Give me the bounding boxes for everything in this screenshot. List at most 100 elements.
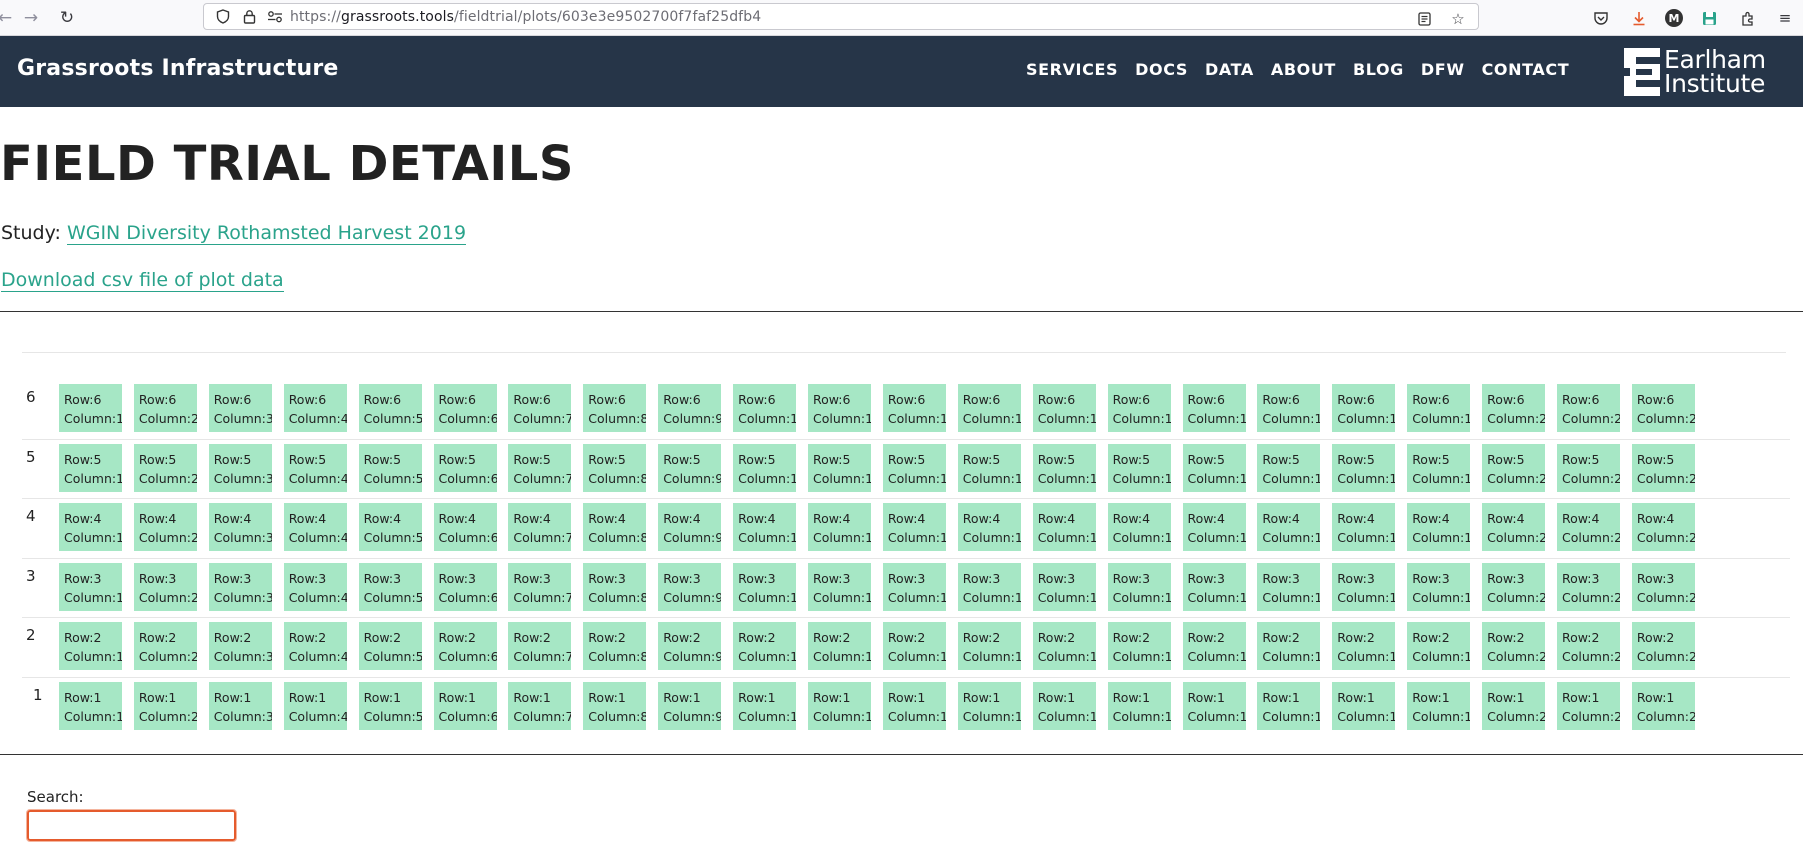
bookmark-star-icon[interactable]: ☆ — [1446, 7, 1470, 31]
plot-cell[interactable]: Row:2 Column:1 — [59, 622, 122, 670]
plot-cell[interactable]: Row:1 Column:6 — [433, 681, 497, 730]
plot-cell[interactable]: Row:5 Column:5 — [358, 443, 422, 492]
plot-cell[interactable]: Row:3Column:20 — [1482, 562, 1546, 611]
plot-cell[interactable]: Row:5 Column:6 — [433, 443, 497, 492]
plot-cell[interactable]: Row:3 Column:4 — [283, 562, 347, 611]
plot-cell[interactable]: Row:4 Column:2 — [133, 503, 197, 551]
plot-cell[interactable]: Row:6 Column:5 — [358, 384, 422, 432]
plot-cell[interactable]: Row:4Column:15 — [1107, 503, 1171, 551]
plot-cell[interactable]: Row:3Column:13 — [957, 562, 1021, 611]
plot-cell[interactable]: Row:6Column:17 — [1257, 384, 1321, 432]
plot-cell[interactable]: Row:1 Column:3 — [208, 681, 272, 730]
plot-cell[interactable]: Row:2Column:19 — [1407, 622, 1471, 670]
extensions-icon[interactable] — [1735, 6, 1759, 30]
plot-cell[interactable]: Row:6Column:11 — [808, 384, 871, 432]
plot-cell[interactable]: Row:4Column:18 — [1332, 503, 1396, 551]
plot-cell[interactable]: Row:6 Column:6 — [433, 384, 497, 432]
plot-cell[interactable]: Row:5Column:22 — [1631, 443, 1695, 492]
plot-cell[interactable]: Row:1 Column:8 — [583, 681, 647, 730]
plot-cell[interactable]: Row:4 Column:3 — [208, 503, 272, 551]
plot-cell[interactable]: Row:3 Column:6 — [433, 562, 497, 611]
plot-cell[interactable]: Row:1 Column:5 — [358, 681, 422, 730]
plot-cell[interactable]: Row:4Column:20 — [1482, 503, 1546, 551]
plot-cell[interactable]: Row:1 Column:4 — [283, 681, 347, 730]
plot-cell[interactable]: Row:2 Column:3 — [208, 622, 272, 670]
plot-cell[interactable]: Row:4 Column:9 — [658, 503, 722, 551]
plot-cell[interactable]: Row:5Column:11 — [808, 443, 871, 492]
plot-cell[interactable]: Row:6 Column:3 — [208, 384, 272, 432]
plot-cell[interactable]: Row:2Column:18 — [1332, 622, 1396, 670]
plot-cell[interactable]: Row:4Column:13 — [957, 503, 1021, 551]
plot-cell[interactable]: Row:4Column:12 — [882, 503, 946, 551]
plot-cell[interactable]: Row:4Column:14 — [1032, 503, 1096, 551]
plot-cell[interactable]: Row:5Column:20 — [1482, 443, 1546, 492]
plot-cell[interactable]: Row:5Column:18 — [1332, 443, 1396, 492]
reload-icon[interactable]: ↻ — [54, 5, 80, 31]
plot-cell[interactable]: Row:2Column:20 — [1482, 622, 1546, 670]
reader-view-icon[interactable] — [1412, 7, 1436, 31]
plot-cell[interactable]: Row:3 Column:2 — [133, 562, 197, 611]
plot-cell[interactable]: Row:2Column:17 — [1257, 622, 1321, 670]
plot-cell[interactable]: Row:2Column:14 — [1032, 622, 1096, 670]
save-icon[interactable] — [1697, 6, 1721, 30]
plot-cell[interactable]: Row:3Column:21 — [1557, 562, 1620, 611]
plot-cell[interactable]: Row:1 Column:9 — [658, 681, 722, 730]
permissions-icon[interactable] — [264, 10, 286, 23]
download-csv-link[interactable]: Download csv file of plot data — [1, 269, 284, 292]
plot-cell[interactable]: Row:4Column:22 — [1631, 503, 1695, 551]
plot-cell[interactable]: Row:3Column:15 — [1107, 562, 1171, 611]
nav-dfw[interactable]: DFW — [1421, 60, 1465, 79]
plot-cell[interactable]: Row:2 Column:2 — [133, 622, 197, 670]
plot-cell[interactable]: Row:1Column:16 — [1182, 681, 1246, 730]
plot-cell[interactable]: Row:2 Column:8 — [583, 622, 647, 670]
study-link[interactable]: WGIN Diversity Rothamsted Harvest 2019 — [66, 222, 467, 245]
back-icon[interactable]: ← — [0, 5, 18, 31]
address-bar[interactable]: https://grassroots.tools/fieldtrial/plot… — [203, 3, 1479, 30]
plot-cell[interactable]: Row:5Column:19 — [1407, 443, 1471, 492]
plot-cell[interactable]: Row:3 Column:5 — [358, 562, 422, 611]
plot-cell[interactable]: Row:6Column:13 — [957, 384, 1021, 432]
plot-cell[interactable]: Row:5Column:13 — [957, 443, 1021, 492]
plot-cell[interactable]: Row:3 Column:1 — [59, 562, 122, 611]
plot-cell[interactable]: Row:4 Column:6 — [433, 503, 497, 551]
earlham-institute-logo[interactable]: Earlham Institute — [1624, 47, 1766, 96]
plot-cell[interactable]: Row:1Column:21 — [1557, 681, 1620, 730]
plot-cell[interactable]: Row:4 Column:8 — [583, 503, 647, 551]
plot-cell[interactable]: Row:6Column:20 — [1482, 384, 1546, 432]
nav-contact[interactable]: CONTACT — [1482, 60, 1570, 79]
plot-cell[interactable]: Row:1Column:19 — [1407, 681, 1471, 730]
plot-cell[interactable]: Row:5 Column:3 — [208, 443, 272, 492]
plot-cell[interactable]: Row:4 Column:1 — [59, 503, 122, 551]
plot-cell[interactable]: Row:5Column:12 — [882, 443, 946, 492]
plot-cell[interactable]: Row:1Column:14 — [1032, 681, 1096, 730]
plot-cell[interactable]: Row:4Column:16 — [1182, 503, 1246, 551]
plot-cell[interactable]: Row:3 Column:9 — [658, 562, 722, 611]
plot-cell[interactable]: Row:3Column:18 — [1332, 562, 1396, 611]
plot-cell[interactable]: Row:4 Column:5 — [358, 503, 422, 551]
plot-cell[interactable]: Row:6 Column:8 — [583, 384, 647, 432]
plot-cell[interactable]: Row:1Column:18 — [1332, 681, 1396, 730]
plot-cell[interactable]: Row:3Column:17 — [1257, 562, 1321, 611]
plot-cell[interactable]: Row:5Column:14 — [1032, 443, 1096, 492]
nav-services[interactable]: SERVICES — [1026, 60, 1118, 79]
plot-cell[interactable]: Row:6 Column:1 — [59, 384, 122, 432]
plot-cell[interactable]: Row:3Column:10 — [733, 562, 797, 611]
plot-cell[interactable]: Row:1Column:15 — [1107, 681, 1171, 730]
plot-cell[interactable]: Row:3Column:16 — [1182, 562, 1246, 611]
plot-cell[interactable]: Row:5Column:10 — [733, 443, 797, 492]
plot-cell[interactable]: Row:6Column:15 — [1107, 384, 1171, 432]
plot-cell[interactable]: Row:3Column:12 — [882, 562, 946, 611]
plot-cell[interactable]: Row:6 Column:4 — [283, 384, 347, 432]
plot-cell[interactable]: Row:6Column:16 — [1182, 384, 1246, 432]
plot-cell[interactable]: Row:3Column:11 — [808, 562, 871, 611]
plot-cell[interactable]: Row:6 Column:9 — [658, 384, 722, 432]
plot-cell[interactable]: Row:5Column:17 — [1257, 443, 1321, 492]
plot-cell[interactable]: Row:5 Column:1 — [59, 443, 122, 492]
plot-cell[interactable]: Row:2Column:15 — [1107, 622, 1171, 670]
plot-cell[interactable]: Row:4Column:10 — [733, 503, 797, 551]
plot-cell[interactable]: Row:1Column:11 — [808, 681, 871, 730]
plot-cell[interactable]: Row:2Column:13 — [957, 622, 1021, 670]
plot-cell[interactable]: Row:3 Column:8 — [583, 562, 647, 611]
plot-cell[interactable]: Row:5 Column:2 — [133, 443, 197, 492]
plot-cell[interactable]: Row:6Column:10 — [733, 384, 797, 432]
